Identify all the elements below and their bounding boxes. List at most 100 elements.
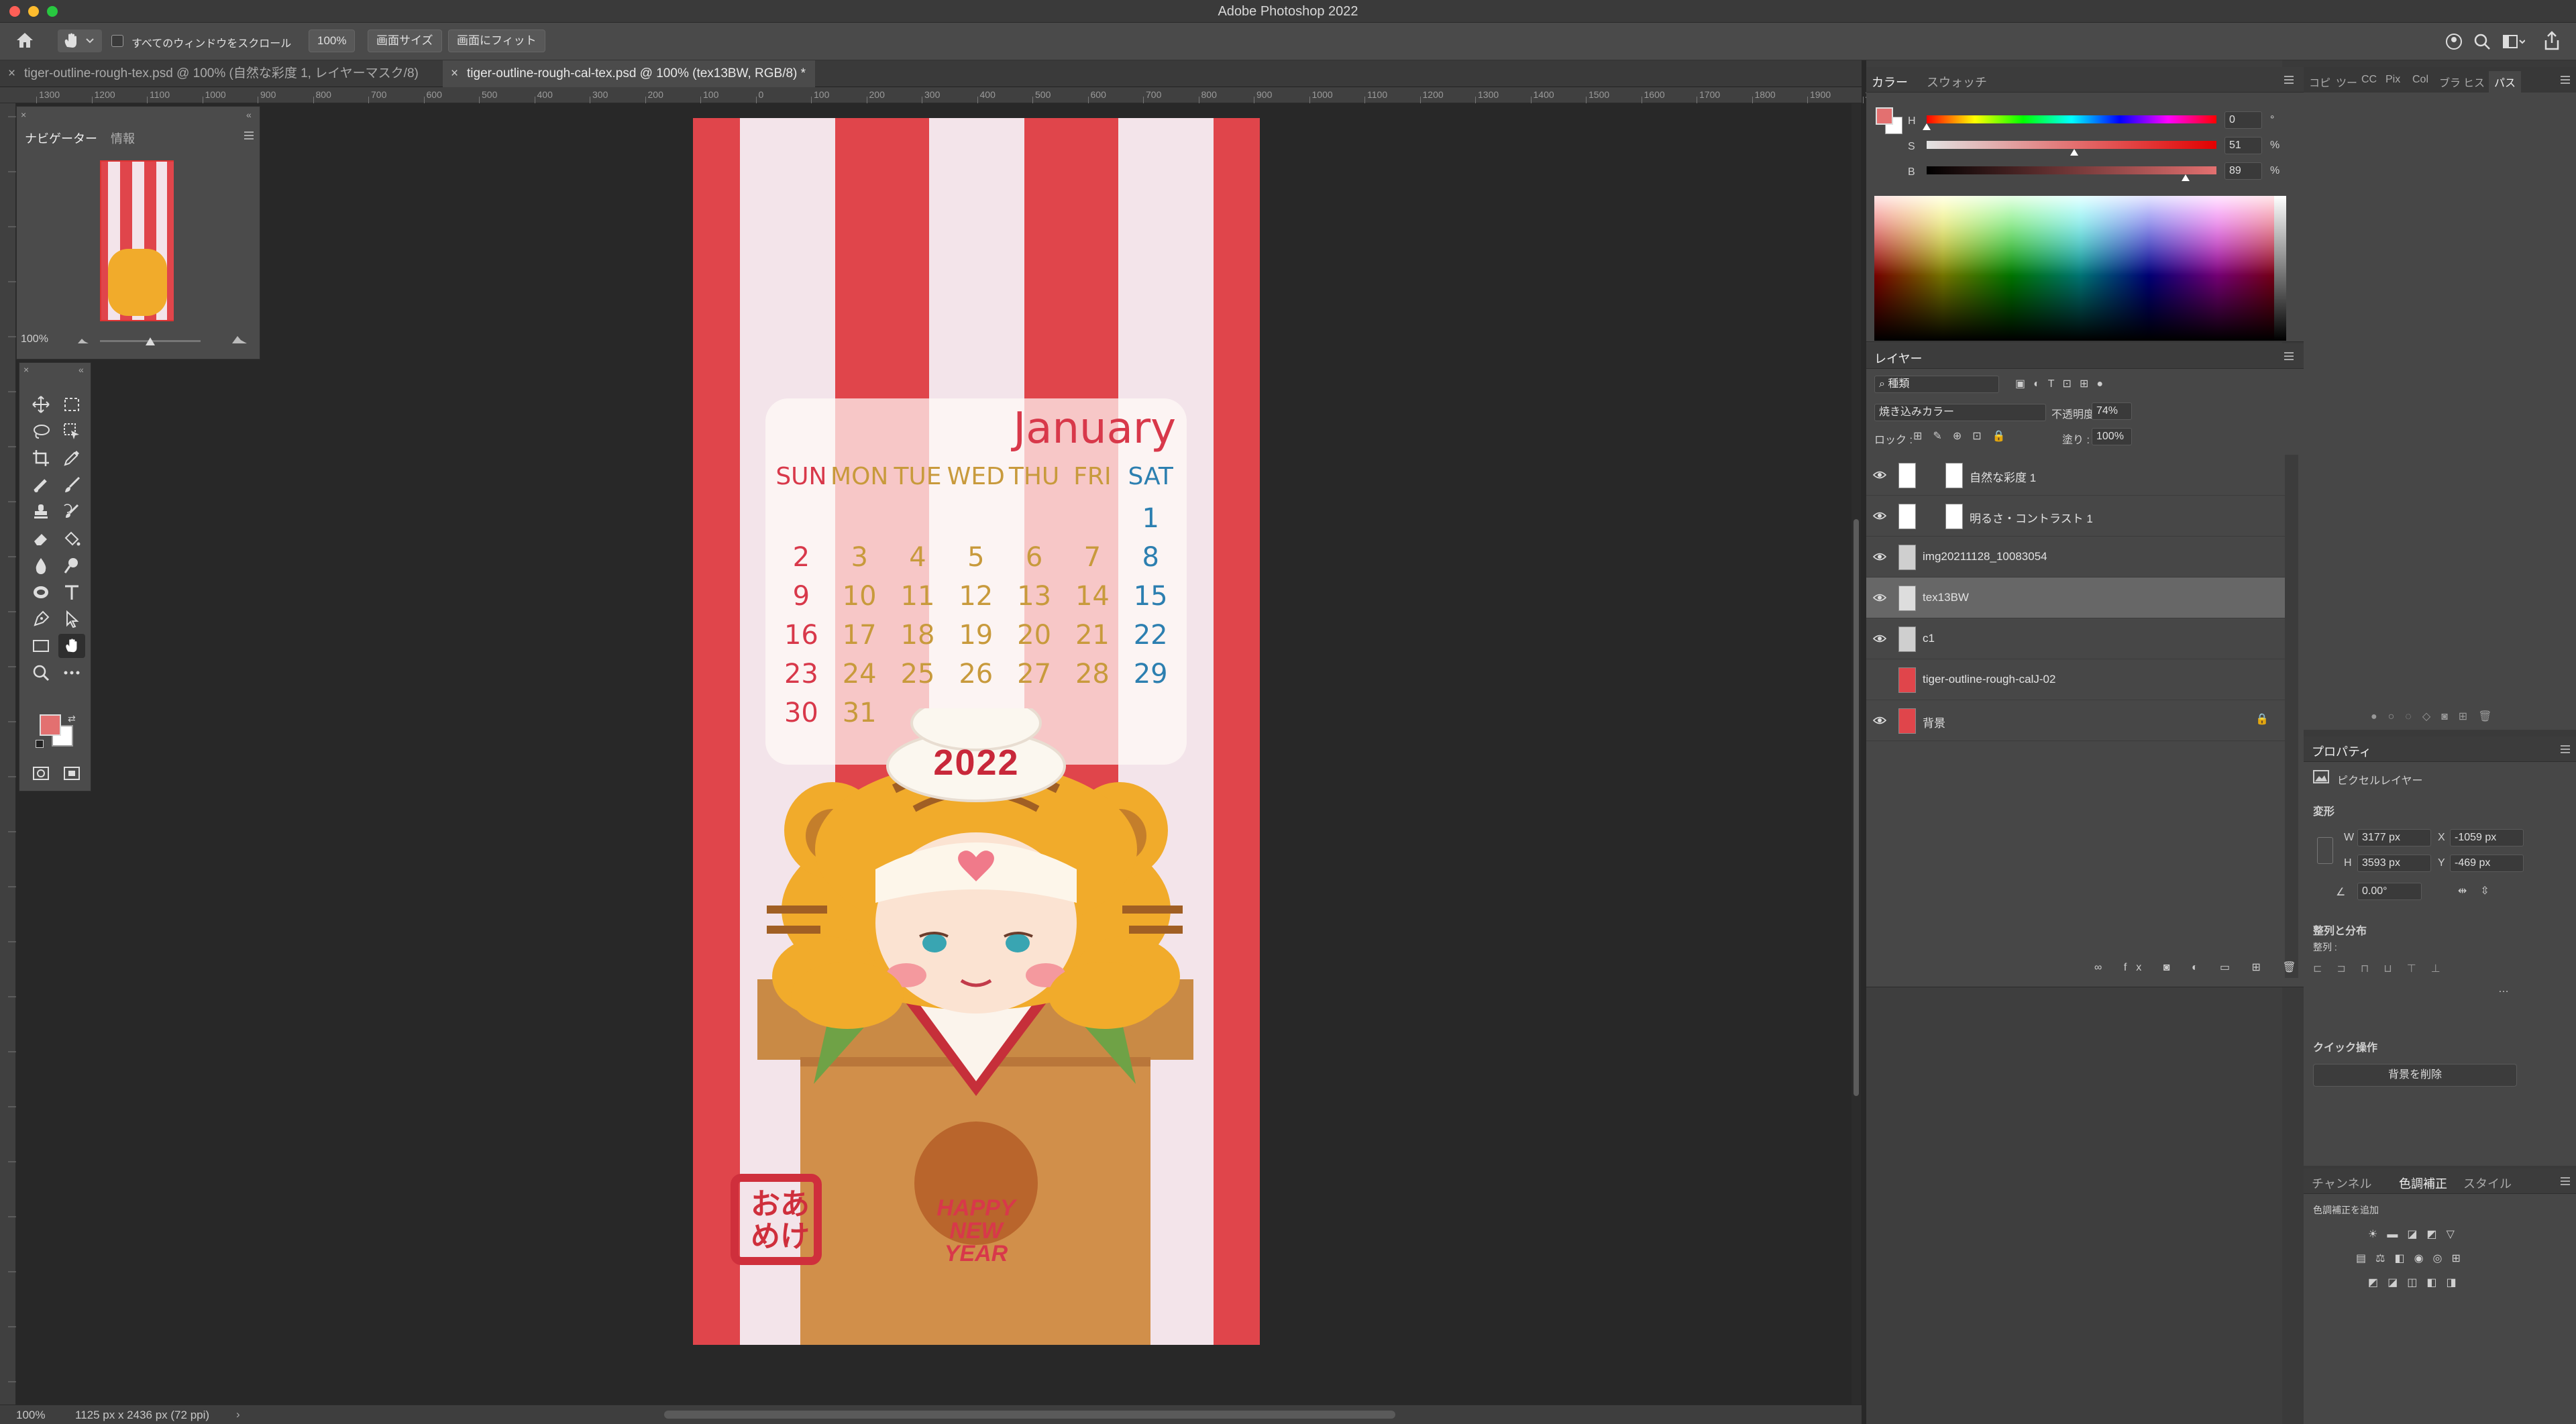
tab-history[interactable]: ヒス — [2463, 74, 2485, 90]
history-brush-tool-icon[interactable] — [58, 500, 85, 524]
horizontal-scroll-thumb[interactable] — [664, 1411, 1395, 1419]
tab-pix[interactable]: Pix — [2385, 74, 2400, 86]
panel-menu-icon[interactable] — [2560, 745, 2571, 754]
navigator-zoom[interactable]: 100% — [21, 333, 48, 345]
zoom-out-mountain-icon[interactable] — [77, 336, 89, 344]
layers-scrollbar[interactable] — [2285, 455, 2298, 978]
tab-info[interactable]: 情報 — [111, 129, 135, 147]
layer-row[interactable]: 自然な彩度 1 — [1866, 455, 2285, 496]
move-tool-icon[interactable] — [28, 392, 54, 417]
brush-tool-icon[interactable] — [58, 473, 85, 497]
tab-col[interactable]: Col — [2412, 74, 2428, 86]
visibility-eye-icon[interactable] — [1873, 633, 1886, 644]
lock-icon[interactable]: 🔒 — [2255, 712, 2269, 726]
type-tool-icon[interactable] — [58, 580, 85, 604]
help-user-icon[interactable] — [2445, 32, 2463, 51]
brightness-value-field[interactable]: 89 — [2224, 162, 2262, 180]
panel-menu-icon[interactable] — [2560, 75, 2571, 85]
visibility-eye-icon[interactable] — [1873, 715, 1886, 726]
transform-section-title[interactable]: 変形 — [2313, 802, 2334, 818]
zoom-in-mountain-icon[interactable] — [231, 333, 248, 344]
layer-row[interactable]: c1 — [1866, 618, 2285, 659]
brightness-slider-thumb[interactable] — [2182, 174, 2190, 181]
tab-copy[interactable]: コピ — [2309, 74, 2330, 90]
tab-layers[interactable]: レイヤー — [1874, 349, 1922, 367]
navigator-zoom-thumb[interactable] — [146, 337, 155, 345]
saturation-value-field[interactable]: 51 — [2224, 137, 2262, 154]
content-aware-tool-icon[interactable] — [28, 580, 54, 604]
fill-field[interactable]: 100% — [2092, 428, 2132, 445]
tab-styles[interactable]: スタイル — [2463, 1174, 2512, 1192]
close-tab-icon[interactable]: × — [8, 60, 15, 87]
zoom-100-button[interactable]: 100% — [309, 30, 356, 52]
panel-menu-icon[interactable] — [244, 131, 254, 140]
tab-adjustments[interactable]: 色調補正 — [2399, 1174, 2447, 1192]
link-dimensions-icon[interactable] — [2317, 837, 2333, 864]
tab-document-1[interactable]: × tiger-outline-rough-tex.psd @ 100% (自然… — [0, 60, 428, 87]
hand-tool-preset-picker[interactable] — [58, 30, 102, 52]
angle-field[interactable]: 0.00° — [2357, 883, 2422, 900]
more-tools-icon[interactable] — [58, 661, 85, 685]
dodge-tool-icon[interactable] — [58, 553, 85, 578]
layer-row[interactable]: 明るさ・コントラスト 1 — [1866, 496, 2285, 537]
adjustment-icons-row-3[interactable]: ◩◪◫◧◨ — [2368, 1276, 2466, 1289]
color-spectrum[interactable] — [1874, 196, 2286, 341]
align-section-title[interactable]: 整列と分布 — [2313, 922, 2367, 938]
foreground-color-swatch[interactable] — [40, 714, 61, 736]
zoom-tool-icon[interactable] — [28, 661, 54, 685]
hue-slider[interactable] — [1927, 115, 2216, 123]
hue-value-field[interactable]: 0 — [2224, 111, 2262, 129]
hue-slider-thumb[interactable] — [1923, 123, 1931, 130]
quick-mask-icon[interactable] — [28, 761, 54, 785]
layer-row[interactable]: 背景 🔒 — [1866, 700, 2285, 741]
clone-stamp-tool-icon[interactable] — [28, 500, 54, 524]
tab-brush[interactable]: ブラ — [2439, 74, 2461, 90]
default-colors-icon[interactable] — [36, 740, 44, 748]
layer-mask-thumbnail[interactable] — [1945, 463, 1963, 488]
paint-bucket-tool-icon[interactable] — [58, 527, 85, 551]
tab-channels[interactable]: チャンネル — [2312, 1174, 2371, 1192]
brightness-slider[interactable] — [1927, 166, 2216, 174]
crop-tool-icon[interactable] — [28, 446, 54, 470]
home-icon[interactable] — [15, 31, 35, 50]
align-icons[interactable]: ⊏⊐⊓⊔⊤⊥ — [2313, 962, 2455, 975]
blur-tool-icon[interactable] — [28, 553, 54, 578]
visibility-eye-icon[interactable] — [1873, 470, 1886, 480]
blend-mode-select[interactable]: 焼き込みカラー — [1874, 404, 2046, 421]
visibility-eye-icon[interactable] — [1873, 551, 1886, 562]
vertical-scrollbar[interactable] — [1851, 103, 1861, 1405]
spot-healing-tool-icon[interactable] — [28, 473, 54, 497]
document-canvas[interactable]: January SUN MON TUE WED THU FRI SAT 1 2 3 4 5 6 7 8 9 10… — [693, 118, 1260, 1345]
eyedropper-tool-icon[interactable] — [58, 446, 85, 470]
search-icon[interactable] — [2473, 32, 2491, 51]
tab-navigator[interactable]: ナビゲーター — [25, 129, 97, 147]
screen-mode-icon[interactable] — [58, 761, 85, 785]
hand-tool-icon[interactable] — [58, 634, 85, 658]
vertical-scroll-thumb[interactable] — [1854, 519, 1859, 1096]
panel-menu-icon[interactable] — [2284, 351, 2294, 361]
close-panel-icon[interactable]: × — [21, 109, 26, 120]
y-field[interactable]: -469 px — [2450, 855, 2524, 872]
share-icon[interactable] — [2542, 31, 2561, 51]
pen-tool-icon[interactable] — [28, 607, 54, 631]
width-field[interactable]: 3177 px — [2357, 829, 2431, 846]
fill-screen-button[interactable]: 画面にフィット — [448, 30, 545, 52]
swap-colors-icon[interactable]: ⇄ — [68, 713, 76, 724]
visibility-eye-icon[interactable] — [1873, 592, 1886, 603]
lock-icons[interactable]: ⊞✎⊕⊡🔒 — [1913, 429, 2017, 443]
status-zoom[interactable]: 100% — [16, 1409, 45, 1422]
adjustment-icons-row-2[interactable]: ▤⚖◧◉◎⊞ — [2356, 1252, 2470, 1265]
height-field[interactable]: 3593 px — [2357, 855, 2431, 872]
rectangle-tool-icon[interactable] — [28, 634, 54, 658]
tab-properties[interactable]: プロパティ — [2312, 743, 2371, 760]
layer-actions-bar[interactable]: ∞ fx ◙ ◐ ▭ ⊞ 🗑 — [2094, 961, 2306, 974]
opacity-field[interactable]: 74% — [2092, 402, 2132, 420]
navigator-preview[interactable] — [100, 160, 174, 321]
close-panel-icon[interactable]: × — [23, 364, 29, 375]
collapse-panel-icon[interactable]: « — [78, 364, 84, 375]
visibility-eye-icon[interactable] — [1873, 510, 1886, 521]
fit-screen-button[interactable]: 画面サイズ — [368, 30, 442, 52]
flip-icons[interactable]: ⇹⇳ — [2458, 884, 2503, 897]
visibility-eye-icon[interactable] — [1873, 674, 1886, 685]
tab-document-2[interactable]: × tiger-outline-rough-cal-tex.psd @ 100%… — [443, 60, 816, 87]
